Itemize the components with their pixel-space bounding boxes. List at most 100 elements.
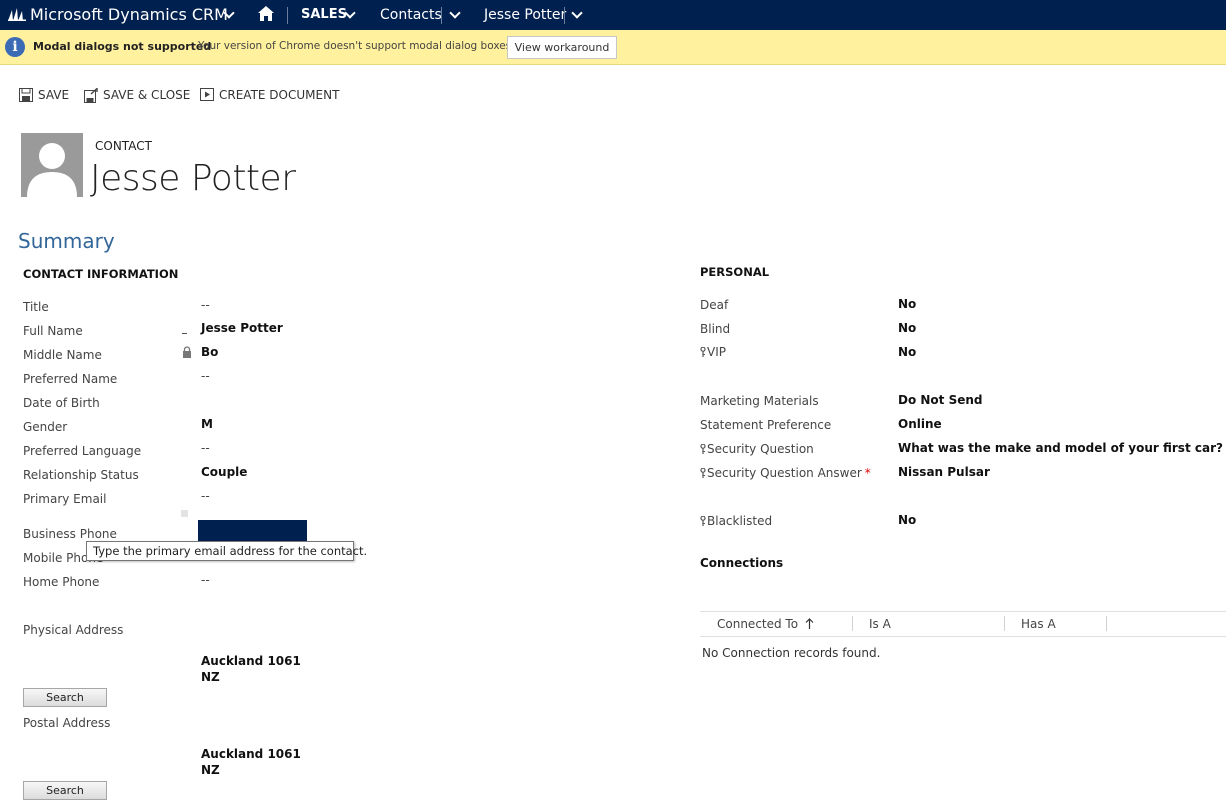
- email-tooltip: Type the primary email address for the c…: [86, 541, 367, 561]
- connections-grid-header: Connected To Is A Has A: [700, 611, 1226, 637]
- full-name-field[interactable]: Jesse Potter: [201, 321, 283, 335]
- nav-area-sales[interactable]: SALES: [301, 0, 347, 30]
- preferred-language-field[interactable]: --: [201, 441, 210, 455]
- create-document-label: CREATE DOCUMENT: [219, 88, 340, 102]
- primary-email-field[interactable]: --: [201, 489, 210, 503]
- date-of-birth-label: Date of Birth: [23, 396, 100, 410]
- home-phone-label: Home Phone: [23, 575, 100, 589]
- nav-divider: [564, 7, 565, 24]
- contact-avatar[interactable]: [21, 133, 83, 197]
- dynamics-logo-icon: [8, 8, 26, 21]
- person-placeholder-icon: [27, 143, 77, 197]
- home-icon[interactable]: [258, 6, 274, 21]
- deaf-field[interactable]: No: [898, 297, 916, 311]
- vip-label: VIP: [700, 345, 726, 359]
- blacklisted-label: Blacklisted: [700, 514, 772, 528]
- title-field[interactable]: --: [201, 298, 210, 312]
- contact-information-heading: CONTACT INFORMATION: [23, 267, 179, 281]
- marketing-materials-label: Marketing Materials: [700, 394, 819, 408]
- business-phone-field[interactable]: [198, 520, 307, 542]
- blacklisted-field[interactable]: No: [898, 513, 916, 527]
- personal-heading: PERSONAL: [700, 265, 770, 279]
- column-divider: [852, 616, 853, 631]
- security-question-label-text: Security Question: [707, 442, 814, 456]
- security-question-label: Security Question: [700, 442, 814, 456]
- postal-address-city[interactable]: Auckland 1061: [201, 747, 301, 761]
- record-title: Jesse Potter: [90, 158, 296, 199]
- create-document-icon: [200, 88, 214, 101]
- notification-message: Your version of Chrome doesn't support m…: [198, 40, 515, 52]
- full-name-label: Full Name: [23, 324, 83, 338]
- create-document-button[interactable]: CREATE DOCUMENT: [200, 86, 339, 104]
- physical-address-country[interactable]: NZ: [201, 670, 220, 684]
- notification-title: Modal dialogs not supported: [33, 40, 212, 53]
- security-answer-field[interactable]: Nissan Pulsar: [898, 465, 990, 479]
- gender-label: Gender: [23, 420, 68, 434]
- postal-address-label: Postal Address: [23, 716, 111, 730]
- nav-divider: [441, 7, 442, 24]
- key-icon: [700, 347, 706, 357]
- key-icon: [700, 516, 706, 526]
- home-phone-field[interactable]: --: [201, 573, 210, 587]
- notification-bar: i Modal dialogs not supported Your versi…: [0, 30, 1226, 65]
- date-of-birth-field[interactable]: [198, 393, 378, 411]
- deaf-label: Deaf: [700, 298, 729, 312]
- primary-email-label: Primary Email: [23, 492, 107, 506]
- preferred-language-label: Preferred Language: [23, 444, 142, 458]
- physical-address-search-button[interactable]: Search: [23, 688, 107, 707]
- record-menu-chevron-icon[interactable]: [571, 7, 583, 19]
- postal-address-search-button[interactable]: Search: [23, 781, 107, 800]
- composite-field-dash: [182, 333, 187, 334]
- security-answer-label: Security Question Answer *: [700, 466, 871, 480]
- entity-type-label: CONTACT: [95, 139, 152, 153]
- blacklisted-label-text: Blacklisted: [707, 514, 773, 528]
- connections-empty-message: No Connection records found.: [702, 646, 881, 660]
- save-button[interactable]: SAVE: [19, 86, 69, 104]
- blind-field[interactable]: No: [898, 321, 916, 335]
- save-and-close-label: SAVE & CLOSE: [103, 88, 191, 102]
- vip-label-text: VIP: [707, 345, 726, 359]
- column-has-a[interactable]: Has A: [1021, 612, 1056, 636]
- column-divider: [1106, 616, 1107, 631]
- nav-divider: [287, 7, 288, 24]
- save-and-close-button[interactable]: SAVE & CLOSE: [84, 86, 190, 104]
- field-indicator: [181, 510, 188, 517]
- required-asterisk: *: [864, 466, 871, 480]
- title-label: Title: [23, 300, 49, 314]
- marketing-materials-field[interactable]: Do Not Send: [898, 393, 983, 407]
- save-label: SAVE: [38, 88, 70, 102]
- security-answer-label-text: Security Question Answer: [707, 466, 862, 480]
- top-navigation-bar: Microsoft Dynamics CRM SALES Contacts Je…: [0, 0, 1226, 30]
- column-connected-to[interactable]: Connected To: [717, 612, 814, 636]
- key-icon: [700, 444, 706, 454]
- view-workaround-button[interactable]: View workaround: [507, 36, 617, 59]
- lock-icon: [183, 346, 191, 358]
- column-is-a[interactable]: Is A: [869, 612, 891, 636]
- entity-menu-chevron-icon[interactable]: [449, 7, 461, 19]
- save-icon: [19, 88, 33, 102]
- nav-record-name[interactable]: Jesse Potter: [484, 0, 566, 30]
- vip-field[interactable]: No: [898, 345, 916, 359]
- section-title-summary: Summary: [18, 229, 115, 253]
- business-phone-label: Business Phone: [23, 527, 117, 541]
- app-title[interactable]: Microsoft Dynamics CRM: [30, 0, 228, 30]
- save-and-close-icon: [84, 88, 98, 103]
- blind-label: Blind: [700, 322, 731, 336]
- middle-name-field[interactable]: Bo: [201, 345, 218, 359]
- physical-address-label: Physical Address: [23, 623, 124, 637]
- gender-field[interactable]: M: [201, 417, 213, 431]
- relationship-status-field[interactable]: Couple: [201, 465, 247, 479]
- nav-entity-contacts[interactable]: Contacts: [380, 0, 442, 30]
- statement-preference-label: Statement Preference: [700, 418, 832, 432]
- sort-ascending-icon: [805, 618, 814, 629]
- statement-preference-field[interactable]: Online: [898, 417, 942, 431]
- info-icon: i: [5, 37, 25, 57]
- preferred-name-field[interactable]: --: [201, 369, 210, 383]
- postal-address-country[interactable]: NZ: [201, 763, 220, 777]
- preferred-name-label: Preferred Name: [23, 372, 118, 386]
- security-question-field[interactable]: What was the make and model of your firs…: [898, 441, 1223, 455]
- physical-address-city[interactable]: Auckland 1061: [201, 654, 301, 668]
- column-connected-to-label: Connected To: [717, 617, 799, 631]
- middle-name-label: Middle Name: [23, 348, 102, 362]
- relationship-status-label: Relationship Status: [23, 468, 139, 482]
